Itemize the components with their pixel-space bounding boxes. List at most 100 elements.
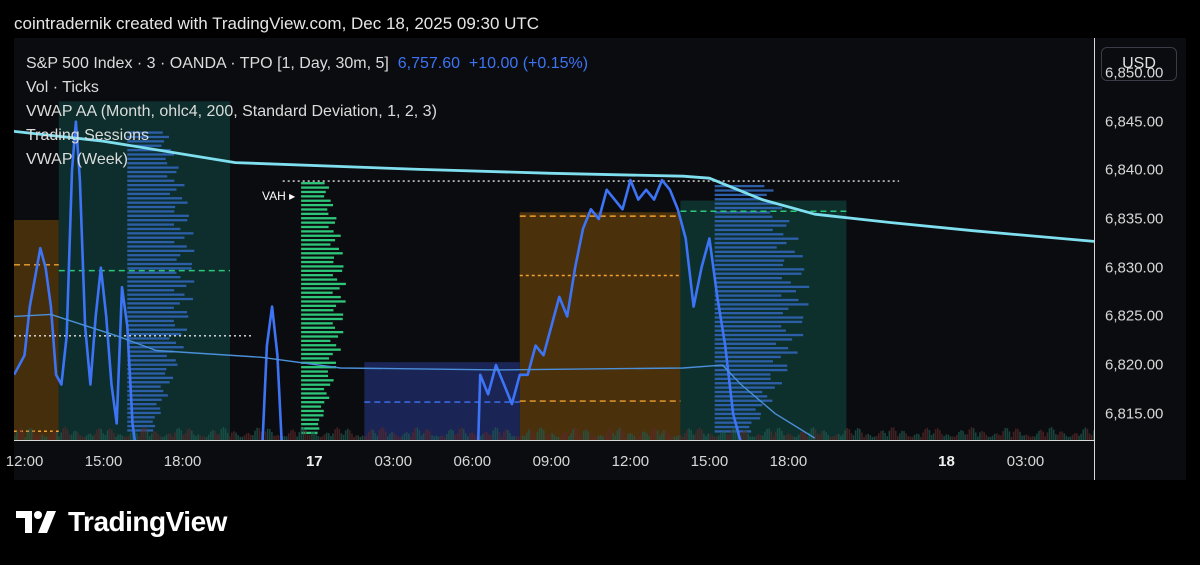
volume-tick	[1048, 428, 1051, 440]
volume-tick	[16, 431, 18, 440]
tpo-profile-mid-bar-54	[301, 418, 320, 421]
volume-tick	[781, 430, 783, 440]
volume-tick	[821, 431, 823, 440]
volume-tick	[974, 432, 977, 440]
legend-symbol-row[interactable]: S&P 500 Index · 3 · OANDA · TPO [1, Day,…	[26, 52, 588, 76]
volume-tick	[802, 430, 804, 440]
volume-tick	[551, 433, 553, 440]
tpo-profile-mid-bar-8	[301, 217, 337, 220]
volume-tick	[958, 431, 960, 440]
volume-tick	[287, 433, 290, 440]
volume-tick	[724, 431, 726, 440]
legend-indicator-volume[interactable]: Vol · Ticks	[26, 76, 588, 100]
tpo-profile-day2-bar-50	[714, 403, 763, 407]
volume-tick	[1012, 431, 1015, 440]
tpo-profile-day1-bar-51	[127, 354, 167, 358]
volume-tick	[136, 433, 138, 440]
volume-tick	[1082, 429, 1085, 440]
time-axis[interactable]: 12:00 15:00 18:00 17 03:00 06:00 09:00 12:00 15:…	[6, 440, 1094, 481]
tpo-profile-day2-bar-19	[714, 268, 805, 271]
volume-tick	[1006, 428, 1009, 440]
tpo-profile-day1-bar-12	[127, 184, 185, 187]
volume-tick	[823, 430, 825, 440]
volume-tick	[498, 431, 501, 440]
tpo-profile-mid-bar-49	[301, 396, 330, 399]
tpo-profile-mid-bar-36	[301, 339, 331, 343]
time-tick-label: 15:00	[690, 453, 729, 470]
volume-tick	[652, 427, 655, 440]
volume-tick	[564, 431, 566, 440]
volume-tick	[730, 429, 733, 440]
volume-tick	[888, 430, 891, 440]
tpo-profile-day1-bar-68	[127, 429, 154, 432]
volume-tick	[686, 429, 688, 440]
tpo-profile-day1-bar-11	[127, 179, 175, 182]
volume-tick	[311, 431, 313, 440]
volume-tick	[646, 433, 648, 440]
tpo-profile-mid-bar-47	[301, 387, 325, 391]
tpo-profile-mid-bar-32	[301, 322, 333, 325]
volume-tick	[416, 427, 419, 440]
volume-tick	[140, 430, 143, 440]
tpo-profile-day2-bar-22	[714, 281, 791, 284]
tpo-profile-day1-bar-26	[127, 245, 187, 248]
legend-indicator-trading-sessions[interactable]: Trading Sessions	[26, 124, 588, 148]
volume-tick	[304, 429, 307, 440]
volume-tick	[901, 430, 903, 440]
volume-tick	[1076, 433, 1078, 440]
price-tick-label: 6,815.00	[1105, 405, 1164, 423]
tpo-profile-day1-bar-34	[127, 280, 195, 283]
tpo-profile-mid-bar-4	[301, 199, 331, 202]
volume-tick	[174, 432, 176, 440]
tpo-profile-day2-bar-4	[714, 202, 778, 205]
volume-tick	[970, 427, 973, 440]
tpo-profile-mid-bar-45	[301, 379, 334, 382]
tpo-profile-day2-bar-2	[714, 193, 767, 197]
volume-tick	[618, 427, 621, 440]
volume-tick	[102, 433, 105, 440]
volume-tick	[1014, 428, 1017, 440]
volume-tick	[452, 430, 454, 440]
volume-tick	[620, 428, 623, 440]
chart-area[interactable]: S&P 500 Index · 3 · OANDA · TPO [1, Day,…	[6, 38, 1187, 481]
tpo-profile-mid-bar-44	[301, 374, 329, 378]
tpo-profile-mid-bar-21	[301, 274, 333, 277]
tpo-profile-day2-bar-14	[714, 246, 777, 249]
volume-tick	[22, 431, 25, 440]
volume-tick	[30, 428, 33, 440]
legend-indicator-vwap-aa[interactable]: VWAP AA (Month, ohlc4, 200, Standard Dev…	[26, 100, 588, 124]
tpo-profile-day2-bar-51	[714, 408, 756, 411]
volume-tick	[254, 430, 256, 440]
tradingview-brand: TradingView	[16, 506, 227, 538]
legend-symbol[interactable]: S&P 500 Index · 3 · OANDA · TPO [1, Day,…	[26, 55, 389, 72]
volume-tick	[1052, 429, 1055, 440]
tpo-profile-day1-bar-23	[127, 232, 194, 235]
volume-tick	[960, 430, 962, 440]
volume-tick	[585, 429, 587, 440]
tpo-profile-day2-bar-42	[714, 368, 788, 372]
price-axis[interactable]: USD 6,850.00 6,845.00 6,840.00 6,835.00 6,83…	[1094, 38, 1187, 480]
volume-tick	[880, 430, 882, 440]
volume-tick	[770, 431, 773, 440]
volume-tick	[734, 428, 737, 440]
tpo-profile-mid-bar-16	[301, 252, 343, 255]
tpo-profile-day2-bar-17	[714, 259, 785, 262]
volume-tick	[393, 432, 395, 440]
volume-tick	[587, 431, 589, 440]
tpo-profile-mid-bar-33	[301, 326, 336, 329]
tpo-profile-day2-bar-52	[714, 412, 761, 416]
tpo-profile-day2-bar-40	[714, 360, 773, 363]
volume-tick	[403, 433, 406, 440]
volume-tick	[150, 433, 153, 440]
legend-indicator-vwap-week[interactable]: VWAP (Week)	[26, 148, 588, 172]
volume-tick	[469, 432, 471, 440]
time-tick-label: 03:00	[1006, 453, 1045, 470]
tpo-profile-day1-bar-33	[127, 275, 181, 279]
tpo-profile-day1-bar-45	[127, 328, 188, 331]
volume-tick	[300, 428, 303, 440]
price-tick-label: 6,825.00	[1105, 307, 1164, 325]
watermark-header: cointradernik created with TradingView.c…	[14, 14, 540, 33]
volume-tick	[745, 431, 747, 440]
volume-tick	[530, 428, 532, 440]
volume-tick	[861, 432, 863, 440]
